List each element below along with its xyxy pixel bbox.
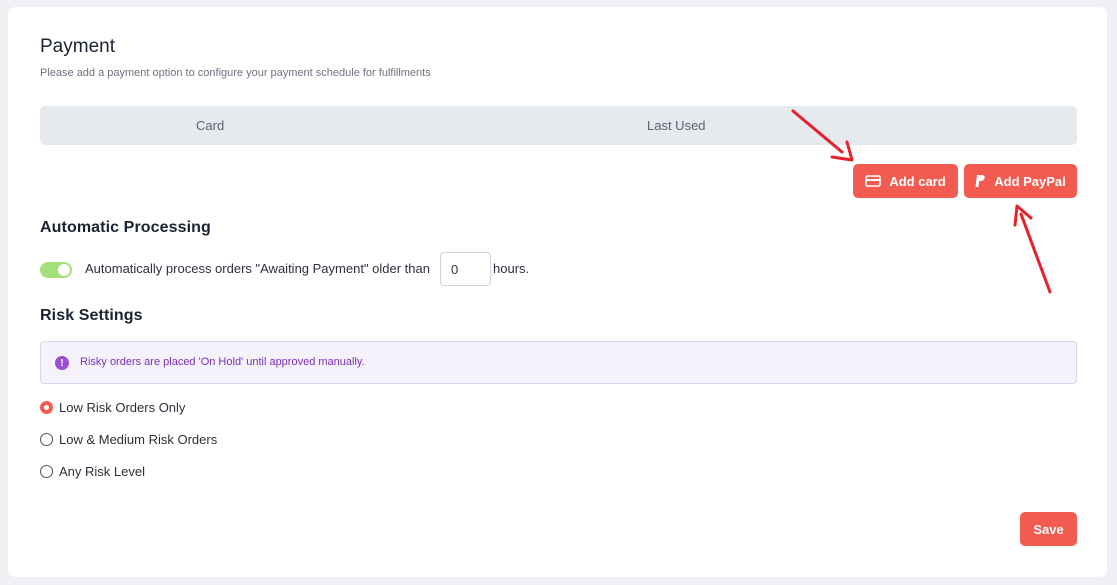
risk-notice-banner: ! Risky orders are placed 'On Hold' unti…	[40, 341, 1077, 384]
payment-subtitle: Please add a payment option to configure…	[40, 67, 431, 79]
hours-suffix-label: hours.	[493, 261, 530, 276]
auto-process-toggle[interactable]	[40, 262, 72, 278]
add-card-label: Add card	[889, 173, 946, 189]
save-button[interactable]: Save	[1020, 512, 1077, 546]
auto-process-label: Automatically process orders "Awaiting P…	[85, 261, 430, 276]
automatic-processing-title: Automatic Processing	[40, 219, 211, 236]
radio-label-low-risk: Low Risk Orders Only	[59, 399, 186, 415]
payment-methods-table-header: Card Last Used	[40, 106, 1077, 145]
toggle-knob	[58, 264, 70, 276]
radio-button[interactable]	[40, 432, 53, 446]
radio-low-medium-risk[interactable]: Low & Medium Risk Orders	[40, 431, 217, 447]
radio-label-any-risk: Any Risk Level	[59, 463, 145, 479]
column-header-last-used: Last Used	[647, 118, 706, 133]
column-header-card: Card	[196, 118, 225, 133]
info-icon: !	[55, 356, 69, 370]
paypal-icon	[975, 174, 985, 187]
add-card-button[interactable]: Add card	[853, 164, 958, 198]
radio-low-risk[interactable]: Low Risk Orders Only	[40, 399, 185, 415]
radio-button[interactable]	[40, 464, 53, 478]
risk-notice-text: Risky orders are placed 'On Hold' until …	[80, 356, 365, 368]
add-paypal-button[interactable]: Add PayPal	[964, 164, 1077, 198]
hours-input[interactable]	[440, 252, 491, 286]
radio-button-checked[interactable]	[40, 400, 53, 414]
add-paypal-label: Add PayPal	[994, 173, 1066, 189]
radio-any-risk[interactable]: Any Risk Level	[40, 463, 145, 479]
radio-label-low-medium-risk: Low & Medium Risk Orders	[59, 431, 218, 447]
risk-settings-title: Risk Settings	[40, 307, 143, 324]
credit-card-icon	[865, 175, 882, 187]
payment-title: Payment	[40, 36, 115, 57]
payment-settings-card: Payment Please add a payment option to c…	[8, 7, 1107, 577]
